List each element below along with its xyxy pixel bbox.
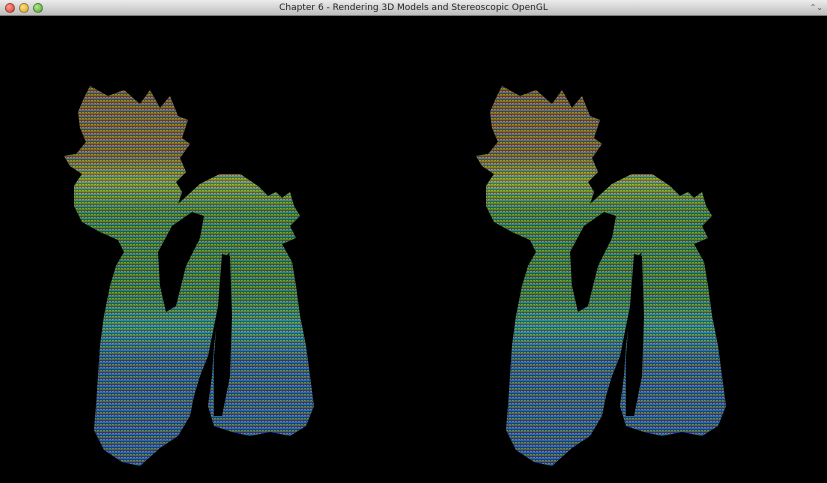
right-eye-view — [414, 16, 827, 483]
window-title: Chapter 6 - Rendering 3D Models and Ster… — [279, 3, 548, 13]
dragon-model-right — [476, 86, 726, 466]
dragon-model-left — [64, 86, 314, 466]
resize-icon[interactable]: ⌃⌄ — [810, 1, 823, 15]
left-eye-view — [0, 16, 413, 483]
opengl-viewport[interactable] — [0, 16, 827, 483]
dragon-silhouette-left — [64, 86, 314, 466]
dragon-silhouette-right — [476, 86, 726, 466]
app-window: Chapter 6 - Rendering 3D Models and Ster… — [0, 0, 827, 483]
title-bar[interactable]: Chapter 6 - Rendering 3D Models and Ster… — [0, 0, 827, 16]
